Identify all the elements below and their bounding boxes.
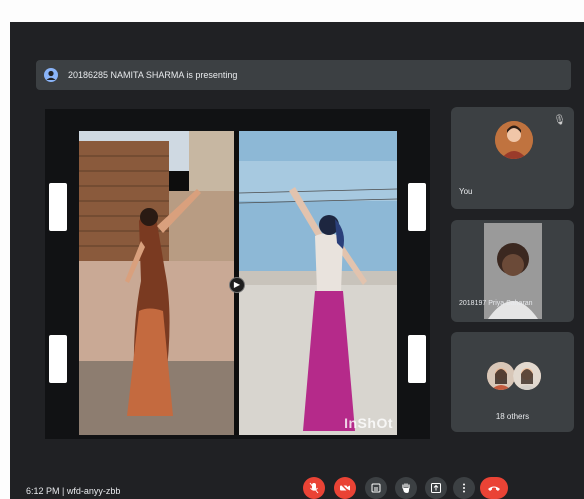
present-icon [431, 483, 441, 493]
right-white-block-bottom [408, 335, 426, 383]
you-label: You [459, 187, 473, 196]
more-options-button[interactable] [453, 477, 475, 499]
camera-off-icon [339, 482, 351, 494]
presenter-avatar-icon [44, 68, 58, 82]
participant-tile-others[interactable]: 18 others [451, 332, 574, 432]
dancer-right-image [239, 131, 397, 435]
presenting-text: 20186285 NAMITA SHARMA is presenting [68, 70, 238, 80]
participant-tile-second[interactable]: 2018197 Priya Saharan [451, 220, 574, 322]
left-white-block-bottom [49, 335, 67, 383]
others-count-label: 18 others [495, 412, 530, 421]
hand-icon [402, 483, 410, 493]
left-white-block-top [49, 183, 67, 231]
raise-hand-button[interactable] [395, 477, 417, 499]
camera-off-button[interactable] [334, 477, 356, 499]
right-white-block-top [408, 183, 426, 231]
more-vert-icon [463, 483, 465, 493]
end-call-button[interactable] [480, 477, 508, 499]
other-avatar-2 [513, 362, 541, 390]
presenting-banner: 20186285 NAMITA SHARMA is presenting [36, 60, 571, 90]
meeting-window: 20186285 NAMITA SHARMA is presenting InS… [10, 22, 584, 499]
captions-icon [371, 483, 381, 493]
main-stage: InShOt ▶ [45, 109, 430, 439]
right-video-clip: InShOt [239, 131, 397, 435]
mic-off-icon: 🎙 [553, 115, 566, 126]
mic-off-icon [309, 482, 319, 494]
shared-screen: InShOt ▶ [79, 131, 397, 435]
play-icon[interactable]: ▶ [229, 277, 245, 293]
left-video-clip [79, 131, 234, 435]
mic-off-button[interactable] [303, 477, 325, 499]
bottom-bar: 6:12 PM | wfd-anyy-zbb [10, 477, 584, 499]
you-avatar [495, 121, 533, 159]
other-avatar-1 [487, 362, 515, 390]
call-end-icon [488, 486, 500, 491]
dancer-left-image [79, 131, 234, 435]
second-participant-label: 2018197 Priya Saharan [459, 300, 533, 307]
inshot-watermark: InShOt [344, 415, 393, 431]
captions-button[interactable] [365, 477, 387, 499]
meeting-time-code: 6:12 PM | wfd-anyy-zbb [26, 486, 121, 496]
present-button[interactable] [425, 477, 447, 499]
participant-tile-you[interactable]: 🎙 You [451, 107, 574, 209]
